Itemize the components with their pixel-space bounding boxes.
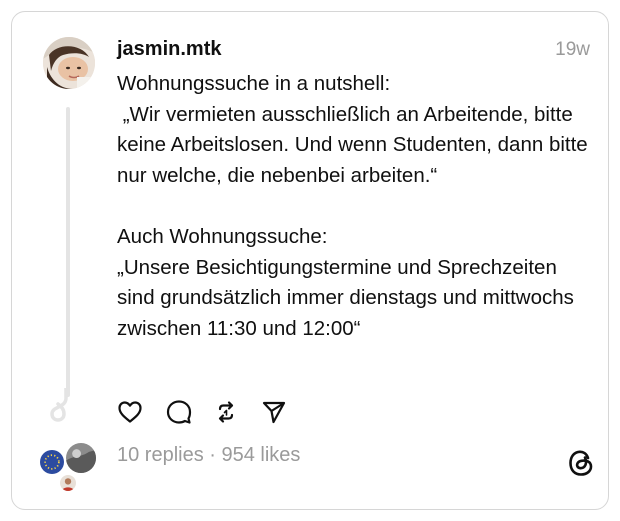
post-timestamp[interactable]: 19w	[555, 39, 590, 61]
replier-avatar-3[interactable]	[58, 473, 78, 493]
repost-icon[interactable]	[212, 398, 240, 426]
threads-logo[interactable]	[566, 447, 596, 479]
send-icon[interactable]	[260, 398, 288, 426]
heart-icon[interactable]	[116, 398, 144, 426]
post-body: Wohnungssuche in a nutshell: „Wir vermie…	[117, 72, 588, 340]
thread-line	[66, 107, 70, 397]
author-avatar[interactable]	[43, 37, 95, 89]
post-stats[interactable]: 10 replies · 954 likes	[117, 444, 300, 467]
thread-loop	[50, 388, 68, 422]
replier-avatar-2[interactable]	[64, 441, 98, 475]
replier-avatar-1[interactable]	[38, 448, 66, 476]
comment-icon[interactable]	[165, 398, 193, 426]
author-username[interactable]: jasmin.mtk	[117, 38, 221, 61]
